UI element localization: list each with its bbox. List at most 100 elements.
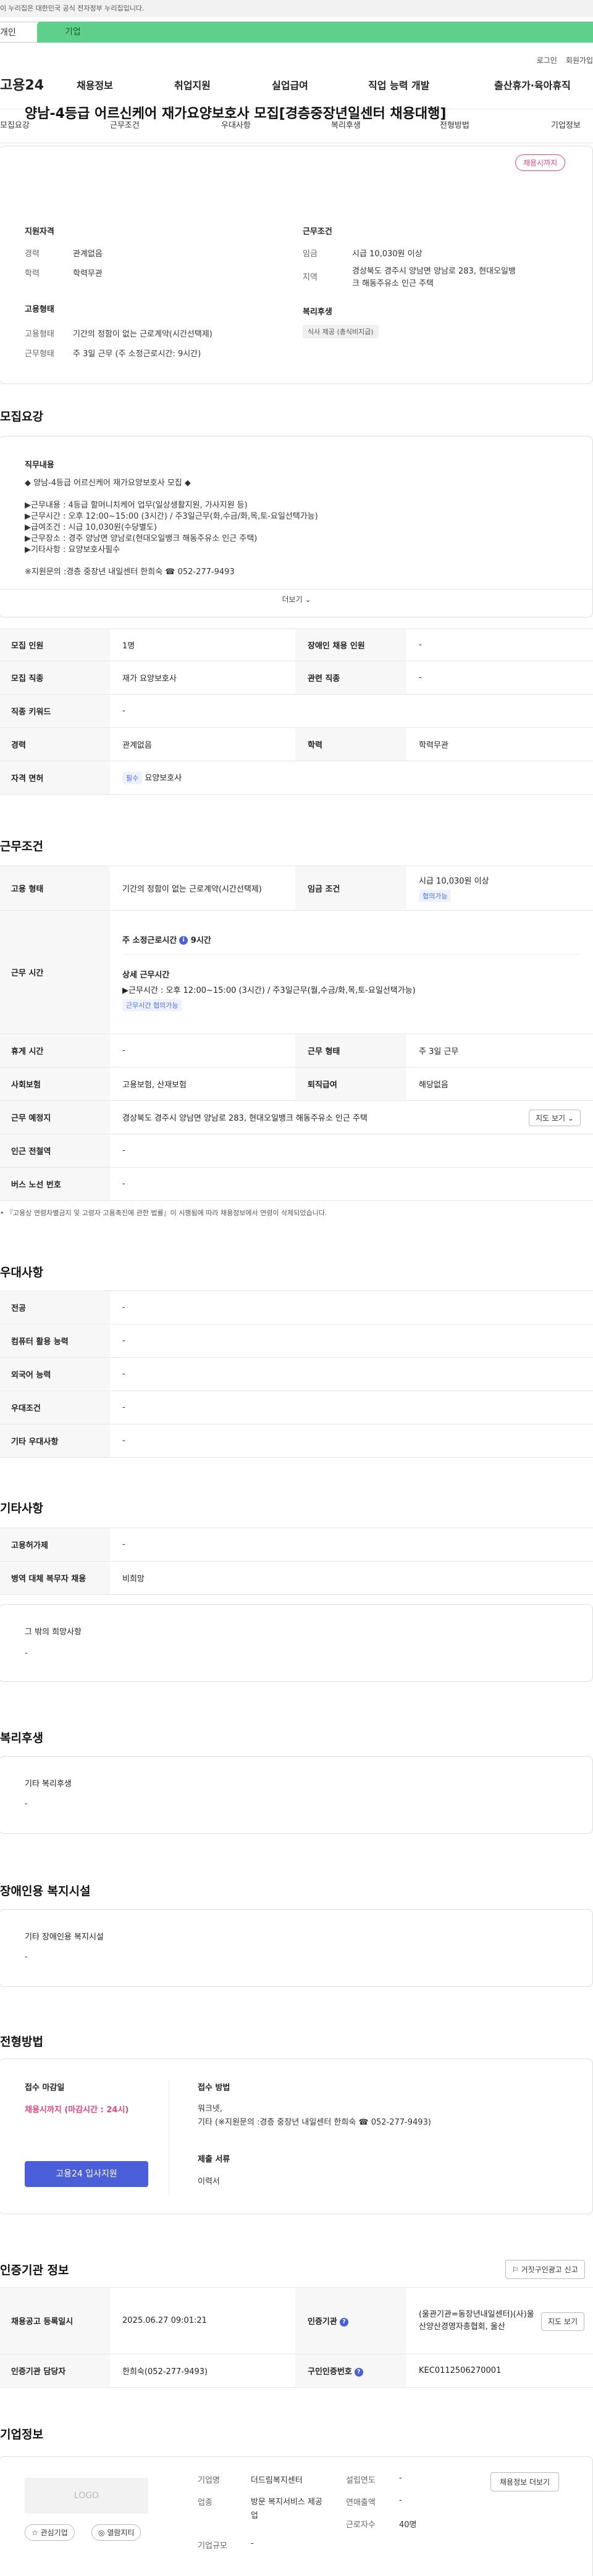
row-label: 기타 우대사항 (0, 1424, 110, 1458)
duty-line: ▶근무시간 : 오후 12:00~15:00 (3시간) / 주3일근무(화,수… (25, 512, 318, 521)
company-logo: LOGO (25, 2478, 148, 2514)
gnb-item-leave[interactable]: 출산휴가·육아휴직 (494, 73, 571, 99)
cert-no-label: 구인인증번호 (308, 2367, 352, 2377)
company-section-title: 기업정보 (0, 2428, 43, 2441)
row-value: 관계없음 (110, 727, 295, 761)
row-label: 모집 인원 (0, 629, 110, 661)
login-link[interactable]: 로그인 (537, 55, 557, 65)
welfare-heading: 복리후생 (303, 307, 332, 317)
chevron-down-icon: ⌄ (567, 1114, 574, 1123)
row-value: - (110, 694, 593, 728)
gnb-item-unemployment[interactable]: 실업급여 (272, 73, 308, 99)
map-button[interactable]: 지도 보기 ⌄ (529, 1110, 581, 1126)
report-button[interactable]: ⚐ 거짓구인광고 신고 (505, 2260, 585, 2279)
company-name-label: 기업명 (198, 2476, 220, 2485)
duty-line: ▶급여조건 : 시급 10,030원(수당별도) (25, 523, 157, 532)
company-size-label: 기업규모 (198, 2541, 227, 2551)
company-size-value: - (251, 2539, 254, 2548)
row-label: 인근 전철역 (0, 1134, 110, 1168)
org-map-button[interactable]: 지도 보기 (541, 2312, 584, 2331)
time-detail-value: ▶근무시간 : 오후 12:00~15:00 (3시간) / 주3일근무(월,수… (122, 985, 416, 995)
row-label: 퇴직급여 (295, 1067, 406, 1101)
emp-form-label: 근무형태 (25, 349, 54, 359)
circle-icon: ◎ (98, 2528, 105, 2537)
emp-form-value: 주 3일 근무 (주 소정근로시간: 9시간) (73, 349, 201, 359)
other-wish-value: - (25, 1649, 28, 1658)
table-row: 기타 우대사항 - (0, 1424, 593, 1458)
row-label: 자격 면허 (0, 761, 110, 795)
row-label: 사회보험 (0, 1067, 110, 1101)
brand-logo[interactable]: 고용24 (0, 73, 44, 99)
org-label: 인증기관 (308, 2317, 337, 2327)
row-label: 인증기관? (295, 2287, 406, 2354)
gnb-item-training[interactable]: 직업 능력 개발 (368, 73, 429, 99)
help-icon[interactable]: i (179, 936, 188, 945)
method-heading: 접수 방법 (198, 2083, 230, 2093)
follow-button[interactable]: ◎ 열람지티 (91, 2524, 141, 2541)
row-value: 한희숙(052-277-9493) (110, 2354, 295, 2388)
org-value: (울관기관=동장년내일센터)(사)울산양산경영자총협회, 울산 (419, 2309, 534, 2331)
row-value: - (110, 1290, 593, 1324)
company-founded-label: 설립연도 (346, 2476, 376, 2485)
signup-link[interactable]: 회원가입 (566, 55, 593, 65)
duty-content: ◆ 양남-4등급 어르신케어 재가요양보호사 모집 ◆ ▶근무내용 : 4등급 … (25, 478, 318, 578)
age-note: • 『고용상 연령차별금지 및 고령자 고용촉진에 관한 법률』이 시행됨에 따… (0, 1209, 327, 1217)
top-tabs: 개인 기업 (0, 17, 593, 47)
qual-career-value: 관계없음 (73, 249, 103, 259)
table-row: 채용공고 등록일시 2025.06.27 09:01:21 인증기관? (울관기… (0, 2287, 593, 2354)
emp-type-label: 고용형태 (25, 330, 54, 339)
time-total-label: 주 소정근로시간 (122, 935, 177, 945)
row-label: 채용공고 등록일시 (0, 2287, 110, 2354)
wage-value: 시급 10,030원 이상 (419, 877, 489, 886)
table-row: 모집 직종 재가 요양보호사 관련 직종 - (0, 661, 593, 695)
company-name-value: 더드림복지센터 (251, 2476, 303, 2485)
qual-edu-value: 학력무관 (73, 269, 103, 278)
row-label: 전공 (0, 1290, 110, 1324)
subnav-company[interactable]: 기업정보 (551, 109, 581, 143)
row-label: 버스 노선 번호 (0, 1167, 110, 1201)
table-row: 직종 키워드 - (0, 694, 593, 728)
row-value: - (110, 1390, 593, 1424)
docs-heading: 제출 서류 (198, 2155, 230, 2164)
required-chip: 필수 (122, 772, 143, 784)
row-label: 임금 조건 (295, 866, 406, 911)
qual-edu-label: 학력 (25, 269, 40, 278)
recruit-table: 모집 인원 1명 장애인 채용 인원 - 모집 직종 재가 요양보호사 관련 직… (0, 629, 593, 795)
row-label: 고용허가제 (0, 1528, 110, 1562)
welfare-box (0, 1756, 593, 1834)
gnb-item-jobs[interactable]: 채용정보 (77, 73, 113, 99)
row-value: - (110, 1424, 593, 1458)
more-button[interactable]: 더보기 ⌄ (0, 594, 593, 604)
follow-label: 열람지티 (107, 2528, 135, 2537)
table-row: 자격 면허 필수 요양보호사 (0, 761, 593, 795)
flag-icon: ⚐ (512, 2265, 519, 2274)
cond-heading: 근무조건 (303, 227, 332, 236)
help-icon[interactable]: ? (339, 2317, 348, 2327)
row-label: 구인인증번호? (295, 2354, 406, 2388)
work-table: 고용 형태 기간의 정함이 없는 근로계약(시간선택제) 임금 조건 시급 10… (0, 866, 593, 1201)
negotiable-chip: 협의가능 (419, 890, 452, 902)
deadline-heading: 접수 마감일 (25, 2083, 65, 2093)
favorite-company-button[interactable]: ☆ 관심기업 (25, 2524, 75, 2541)
table-row: 근무 예정지 경상북도 경주시 양남면 양남로 283, 현대오일뱅크 해동주유… (0, 1100, 593, 1134)
table-row: 인증기관 담당자 한희숙(052-277-9493) 구인인증번호? KEC01… (0, 2354, 593, 2388)
deadline-value: 채용시까지 (마감시간 : 24시) (25, 2106, 129, 2115)
license-value: 요양보호사 (145, 774, 182, 783)
workplace-address: 경상북도 경주시 양남면 양남로 283, 현대오일뱅크 해동주유소 인근 주택 (122, 1114, 368, 1123)
gnb-item-support[interactable]: 취업지원 (174, 73, 211, 99)
favorite-label: 관심기업 (40, 2528, 68, 2537)
table-row: 근무 시간 주 소정근로시간 i 9시간 상세 근무시간 ▶근무시간 : 오후 1… (0, 910, 593, 1034)
apply-button[interactable]: 고용24 입사지원 (25, 2161, 148, 2187)
duty-line: ※지원문의 :경층 중장년 내일센터 한희숙 ☎ 052-277-9493 (25, 567, 235, 577)
method-line: 기타 (※지원문의 :경층 중장년 내일센터 한희숙 ☎ 052-277-949… (198, 2118, 431, 2127)
help-icon[interactable]: ? (354, 2367, 363, 2377)
table-row: 고용 형태 기간의 정함이 없는 근로계약(시간선택제) 임금 조건 시급 10… (0, 866, 593, 911)
row-value: - (110, 1134, 593, 1168)
disabled-box-heading: 기타 장애인용 복지시설 (25, 1933, 104, 1942)
duty-line: ▶근무장소 : 경주 양남면 양남로(현대오일뱅크 해동주유소 인근 주택) (25, 534, 258, 543)
row-label: 관련 직종 (295, 661, 406, 695)
row-value: 기간의 정함이 없는 근로계약(시간선택제) (110, 866, 295, 911)
time-total-line: 주 소정근로시간 i 9시간 (122, 934, 581, 955)
more-jobs-button[interactable]: 채용정보 더보기 (490, 2472, 560, 2491)
tab-corp[interactable]: 기업 (37, 22, 593, 43)
